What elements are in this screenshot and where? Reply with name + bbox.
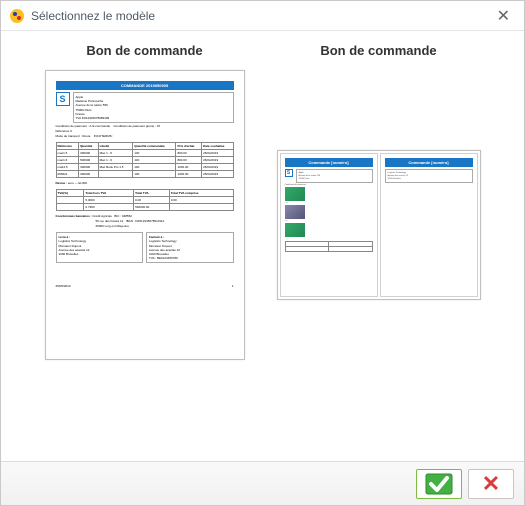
deliver-box: Livré à : Logistics Technology Monsieur … — [56, 232, 144, 263]
ok-button[interactable] — [416, 469, 462, 499]
product-image — [285, 187, 305, 201]
content-area: Bon de commande COMMANDE 2019050905 S Ap… — [1, 31, 524, 461]
product-image — [285, 205, 305, 219]
titlebar: Sélectionnez le modèle ✕ — [1, 1, 524, 31]
invoice-box: Facturé à : Logistics Technology Monsieu… — [146, 232, 234, 263]
doc-banner: COMMANDE 2019050905 — [56, 81, 234, 90]
cancel-button[interactable]: ✕ — [468, 469, 514, 499]
product-image — [285, 223, 305, 237]
page-right: Commande [numéro] Logistics Technology A… — [380, 153, 478, 297]
doc-date: 25/05/2019 — [56, 284, 71, 288]
template-option-2[interactable]: Bon de commande Commande [numéro] S Appl… — [277, 43, 481, 300]
table-row: mac1.5300000Mac 1 ..5130800.0026/04/2019 — [56, 150, 233, 157]
check-icon — [425, 473, 453, 495]
button-bar: ✕ — [1, 461, 524, 505]
table-row: ma24.5300000Mac Book Pro 1.51001000.0026… — [56, 164, 233, 171]
option-label: Bon de commande — [86, 43, 202, 58]
template-option-1[interactable]: Bon de commande COMMANDE 2019050905 S Ap… — [45, 43, 245, 360]
page-left: Commande [numéro] S Apple Avenue de la n… — [280, 153, 378, 297]
table-row: 0966213000001001000.0026/04/2019 — [56, 171, 233, 178]
logo-icon: S — [56, 92, 70, 106]
template-thumbnail-single: COMMANDE 2019050905 S Apple Madame Portn… — [45, 70, 245, 360]
lines-table: RéférenceQuantité LibelléQuantité comman… — [56, 142, 234, 178]
doc-page: 1 — [232, 284, 234, 288]
totals-table: TVA(%)Total hors TVATotal TVATotal TVA c… — [56, 189, 234, 211]
dialog-window: Sélectionnez le modèle ✕ Bon de commande… — [0, 0, 525, 506]
option-label: Bon de commande — [320, 43, 436, 58]
logo-icon: S — [285, 169, 293, 177]
table-row: mac1.6500000Mac 1 ..6130800.0026/04/2019 — [56, 157, 233, 164]
app-icon — [9, 8, 25, 24]
x-icon: ✕ — [482, 471, 500, 497]
close-icon[interactable]: ✕ — [491, 4, 516, 28]
client-box: Apple Madame Portnanche Avenue de la nat… — [73, 92, 234, 123]
window-title: Sélectionnez le modèle — [31, 9, 155, 23]
template-thumbnail-double: Commande [numéro] S Apple Avenue de la n… — [277, 150, 481, 300]
